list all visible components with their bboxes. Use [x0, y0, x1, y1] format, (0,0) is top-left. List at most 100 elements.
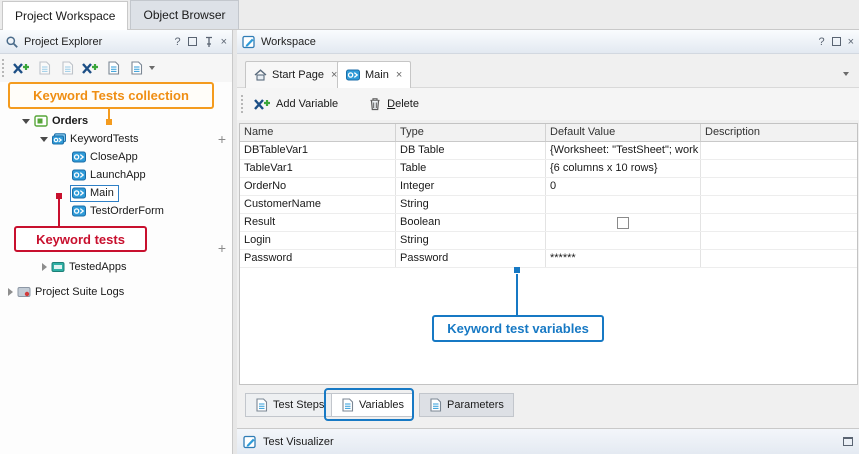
cell-name[interactable]: TableVar1 [240, 160, 396, 177]
cell-name[interactable]: Login [240, 232, 396, 249]
add-tested-app-button[interactable]: + [216, 242, 228, 254]
keyword-test-icon [72, 187, 86, 199]
cell-name[interactable]: Password [240, 250, 396, 267]
variables-grid: Name Type Default Value Description DBTa… [239, 123, 858, 385]
expand-visualizer-icon[interactable] [843, 437, 853, 446]
column-header-default-value[interactable]: Default Value [546, 124, 701, 141]
tab-start-page[interactable]: Start Page × [245, 61, 346, 88]
top-tab-bar: Project Workspace Object Browser [0, 0, 859, 30]
tree-node-orders[interactable]: Orders [0, 112, 233, 130]
cell-type[interactable]: Integer [396, 178, 546, 195]
add-item-icon[interactable] [11, 58, 31, 78]
toolbar-drag-handle[interactable] [2, 59, 6, 77]
float-window-button[interactable] [188, 37, 197, 46]
add-variable-icon [253, 97, 271, 112]
cell-type[interactable]: String [396, 232, 546, 249]
column-header-description[interactable]: Description [701, 124, 857, 141]
keyword-test-icon [346, 69, 360, 81]
cell-default[interactable]: 0 [546, 178, 701, 195]
tested-apps-icon [51, 261, 65, 273]
callout-connector-marker [514, 267, 520, 273]
tab-main[interactable]: Main × [337, 61, 411, 88]
tree-node-launchapp[interactable]: LaunchApp [0, 166, 233, 184]
cell-default[interactable]: ****** [546, 250, 701, 267]
refresh-icon[interactable] [80, 58, 100, 78]
close-panel-button[interactable]: × [848, 36, 854, 48]
test-visualizer-bar[interactable]: Test Visualizer [237, 428, 859, 454]
tree-node-testedapps[interactable]: TestedApps [0, 258, 233, 276]
keyword-test-icon [72, 151, 86, 163]
cell-default[interactable]: {Worksheet: "TestSheet"; work [546, 142, 701, 159]
chevron-down-icon[interactable] [22, 119, 30, 124]
table-row: OrderNo Integer 0 [240, 178, 857, 196]
cell-description[interactable] [701, 178, 857, 195]
cell-description[interactable] [701, 250, 857, 267]
help-button[interactable]: ? [818, 36, 824, 48]
add-variable-button[interactable]: Add Variable [247, 92, 344, 116]
project-explorer-header: Project Explorer ? × [0, 30, 232, 54]
cell-name[interactable]: OrderNo [240, 178, 396, 195]
boolean-checkbox[interactable] [617, 217, 629, 229]
cell-name[interactable]: DBTableVar1 [240, 142, 396, 159]
toolbar-dropdown-icon[interactable] [149, 66, 155, 70]
tree-node-keywordtests[interactable]: KeywordTests [0, 130, 233, 148]
project-explorer-title: Project Explorer [24, 36, 174, 48]
chevron-right-icon[interactable] [42, 263, 47, 271]
selected-tree-item[interactable]: Main [70, 185, 119, 202]
workspace-icon [242, 35, 256, 49]
cell-type[interactable]: String [396, 196, 546, 213]
cell-description[interactable] [701, 142, 857, 159]
tab-object-browser[interactable]: Object Browser [130, 0, 238, 29]
cell-type[interactable]: DB Table [396, 142, 546, 159]
chevron-down-icon[interactable] [40, 137, 48, 142]
tree-node-main[interactable]: Main [0, 184, 233, 202]
cell-default[interactable] [546, 214, 701, 231]
new-file-icon[interactable] [34, 58, 54, 78]
chevron-right-icon[interactable] [8, 288, 13, 296]
tab-test-steps[interactable]: Test Steps [245, 393, 334, 417]
cell-type[interactable]: Password [396, 250, 546, 267]
pin-icon[interactable] [204, 36, 214, 48]
cell-type[interactable]: Boolean [396, 214, 546, 231]
cell-description[interactable] [701, 232, 857, 249]
toolbar-drag-handle[interactable] [241, 95, 245, 113]
tree-node-project-suite-logs[interactable]: Project Suite Logs [0, 283, 233, 301]
tab-project-workspace[interactable]: Project Workspace [2, 1, 128, 30]
column-header-type[interactable]: Type [396, 124, 546, 141]
add-keyword-test-button[interactable]: + [216, 133, 228, 145]
test-visualizer-title: Test Visualizer [263, 436, 334, 448]
parameters-icon [429, 398, 442, 412]
close-tab-icon[interactable]: × [396, 69, 402, 81]
column-header-name[interactable]: Name [240, 124, 396, 141]
delete-button[interactable]: Delete [362, 92, 425, 116]
cell-type[interactable]: Table [396, 160, 546, 177]
project-explorer-toolbar [0, 54, 232, 82]
maximize-button[interactable] [832, 37, 841, 46]
cell-description[interactable] [701, 214, 857, 231]
help-button[interactable]: ? [174, 36, 180, 48]
run-all-icon[interactable] [126, 58, 146, 78]
callout-connector-line [516, 274, 518, 315]
cell-name[interactable]: CustomerName [240, 196, 396, 213]
table-row: Password Password ****** [240, 250, 857, 268]
project-icon [34, 115, 48, 127]
cell-name[interactable]: Result [240, 214, 396, 231]
cell-description[interactable] [701, 160, 857, 177]
cell-default[interactable] [546, 232, 701, 249]
keyword-tests-collection-icon [52, 133, 66, 145]
cell-default[interactable] [546, 196, 701, 213]
tree-node-closeapp[interactable]: CloseApp [0, 148, 233, 166]
tree-node-testorderform[interactable]: TestOrderForm [0, 202, 233, 220]
cell-description[interactable] [701, 196, 857, 213]
tab-parameters[interactable]: Parameters [419, 393, 514, 417]
callout-variables-tab-highlight [324, 388, 414, 421]
cell-default[interactable]: {6 columns x 10 rows} [546, 160, 701, 177]
tab-list-dropdown-icon[interactable] [843, 72, 849, 76]
save-file-icon[interactable] [57, 58, 77, 78]
logs-icon [17, 286, 31, 298]
run-icon[interactable] [103, 58, 123, 78]
close-panel-button[interactable]: × [221, 36, 227, 48]
callout-keyword-tests: Keyword tests [14, 226, 147, 252]
callout-connector-marker [106, 119, 112, 125]
test-steps-icon [255, 398, 268, 412]
